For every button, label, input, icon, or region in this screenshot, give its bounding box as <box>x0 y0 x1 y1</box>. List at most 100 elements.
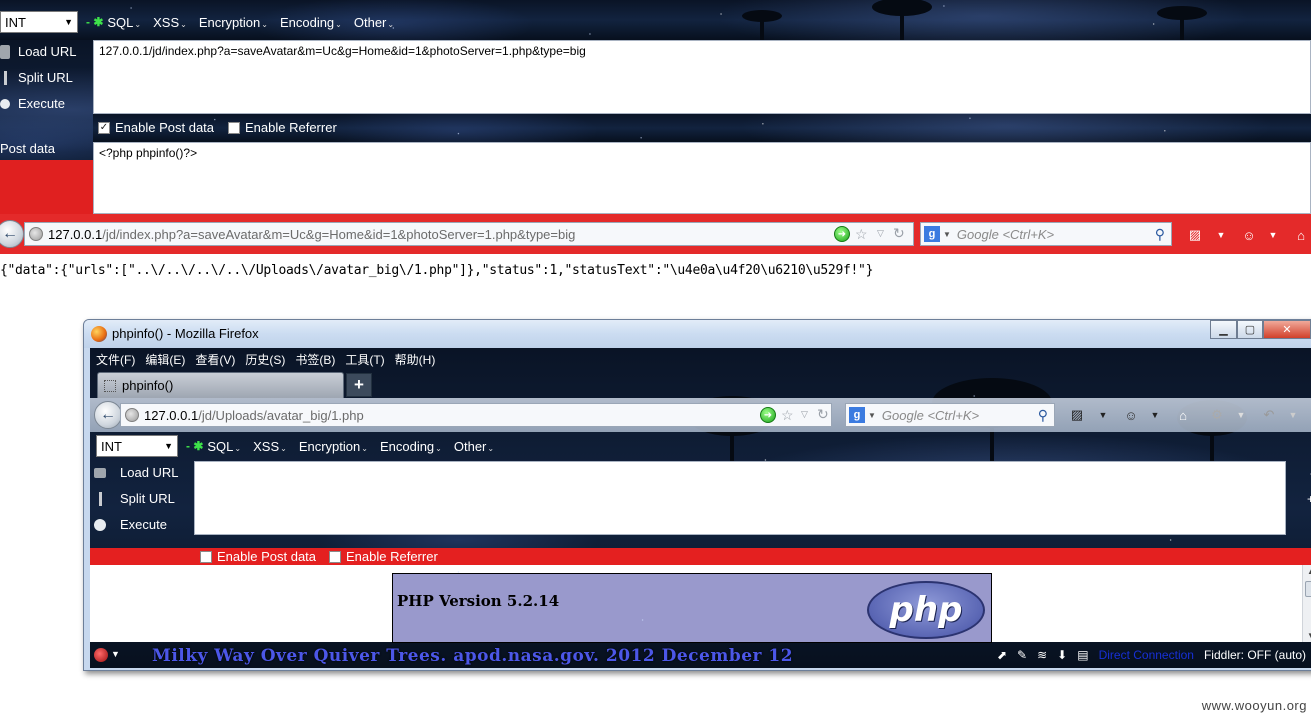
menu-encoding[interactable]: Encoding⌄ <box>380 439 442 454</box>
enable-post-checkbox[interactable]: Enable Post data <box>200 549 316 564</box>
popup-hackbar-url-textarea[interactable] <box>194 461 1286 535</box>
windows-icon[interactable]: ▤ <box>1077 648 1088 662</box>
navigation-bar: ← 127.0.0.1/jd/index.php?a=saveAvatar&m=… <box>0 214 1311 254</box>
menu-encoding[interactable]: Encoding⌄ <box>280 15 342 30</box>
star-icon[interactable]: ☆ <box>855 226 868 243</box>
pencil-icon[interactable]: ✎ <box>1017 648 1027 662</box>
search-icon[interactable]: ⚲ <box>1155 226 1165 243</box>
menu-file[interactable]: 文件(F) <box>96 351 135 368</box>
open-external-icon[interactable]: ⬈ <box>997 648 1007 662</box>
url-host: 127.0.0.1 <box>144 407 199 423</box>
history-dropdown-icon[interactable]: ▽ <box>801 409 808 420</box>
menu-history[interactable]: 历史(S) <box>245 351 285 368</box>
url-bar[interactable]: 127.0.0.1/jd/index.php?a=saveAvatar&m=Uc… <box>24 222 914 246</box>
reload-icon[interactable]: ↻ <box>817 406 829 423</box>
vertical-scrollbar[interactable]: ▲ ▼ <box>1302 565 1311 642</box>
menu-sql[interactable]: SQL⌄ <box>107 15 141 30</box>
chevron-down-icon[interactable]: ▼ <box>1210 224 1232 246</box>
home-icon[interactable]: ⌂ <box>1172 404 1194 426</box>
direct-connection-link[interactable]: Direct Connection <box>1099 648 1194 662</box>
fiddler-status[interactable]: Fiddler: OFF (auto) <box>1204 648 1306 662</box>
load-url-button[interactable]: Load URL <box>94 465 179 480</box>
menu-encryption[interactable]: Encryption⌄ <box>299 439 368 454</box>
mustache-icon[interactable]: ≋ <box>1037 648 1047 662</box>
smiley-icon[interactable]: ☺ <box>1120 404 1142 426</box>
screenshot-icon[interactable]: ▨ <box>1066 404 1088 426</box>
menu-xss[interactable]: XSS⌄ <box>253 439 287 454</box>
go-arrow-icon[interactable]: ➜ <box>834 226 850 242</box>
url-host: 127.0.0.1 <box>48 226 103 242</box>
addon-icon[interactable] <box>94 648 108 662</box>
screenshot-icon[interactable]: ▨ <box>1184 224 1206 246</box>
background-caption: Milky Way Over Quiver Trees. apod.nasa.g… <box>152 646 794 666</box>
close-button[interactable]: ✕ <box>1263 320 1311 339</box>
checkmark-icon: ✓ <box>98 121 110 134</box>
tab-phpinfo[interactable]: phpinfo() <box>97 372 344 398</box>
menu-sql[interactable]: SQL⌄ <box>207 439 241 454</box>
int-select[interactable]: INT ▼ <box>96 435 178 457</box>
chevron-down-icon: ▼ <box>164 441 173 451</box>
maximize-button[interactable]: ▢ <box>1237 320 1263 339</box>
download-icon[interactable]: ⬇ <box>1057 648 1067 662</box>
load-url-icon <box>94 467 106 478</box>
menu-other[interactable]: Other⌄ <box>354 15 394 30</box>
search-input[interactable]: g ▼ Google <Ctrl+K> ⚲ <box>920 222 1172 246</box>
load-url-label: Load URL <box>120 465 179 480</box>
window-title: phpinfo() - Mozilla Firefox <box>112 326 259 341</box>
expand-icon[interactable]: + <box>1307 492 1311 506</box>
smiley-icon[interactable]: ☺ <box>1238 224 1260 246</box>
hackbar-url-textarea[interactable]: 127.0.0.1/jd/index.php?a=saveAvatar&m=Uc… <box>93 40 1311 114</box>
menu-xss[interactable]: XSS⌄ <box>153 15 187 30</box>
menu-edit[interactable]: 编辑(E) <box>145 351 185 368</box>
chevron-down-icon[interactable]: ▼ <box>1144 404 1166 426</box>
back-arrow-icon[interactable]: ← <box>94 401 122 429</box>
php-version: PHP Version 5.2.14 <box>397 592 560 610</box>
split-url-button[interactable]: Split URL <box>0 70 73 85</box>
plus-minus-icon[interactable]: - ✱ <box>186 439 203 453</box>
menu-help[interactable]: 帮助(H) <box>395 351 436 368</box>
execute-button[interactable]: Execute <box>94 517 167 532</box>
enable-post-checkbox[interactable]: ✓ Enable Post data <box>98 120 214 135</box>
execute-button[interactable]: Execute <box>0 96 65 111</box>
window-titlebar[interactable]: phpinfo() - Mozilla Firefox ▁ ▢ ✕ <box>84 320 1311 348</box>
home-icon[interactable]: ⌂ <box>1290 224 1311 246</box>
reload-icon[interactable]: ↻ <box>893 225 905 242</box>
new-tab-button[interactable]: + <box>346 373 372 397</box>
undo-icon[interactable]: ↶ <box>1258 404 1280 426</box>
tools-icon[interactable]: ⚙ <box>1206 404 1228 426</box>
chevron-down-icon[interactable]: ▼ <box>111 649 120 659</box>
menu-tools[interactable]: 工具(T) <box>345 351 384 368</box>
search-icon[interactable]: ⚲ <box>1038 407 1048 424</box>
plus-minus-icon[interactable]: - ✱ <box>86 15 103 29</box>
popup-url-bar[interactable]: 127.0.0.1/jd/Uploads/avatar_big/1.php <box>120 403 832 427</box>
hackbar-menu-row: INT ▼ - ✱ SQL⌄ XSS⌄ Encryption⌄ Encoding… <box>0 11 406 33</box>
enable-referrer-checkbox[interactable]: Enable Referrer <box>329 549 438 564</box>
chevron-down-icon[interactable]: ▼ <box>1230 404 1252 426</box>
scroll-up-icon[interactable]: ▲ <box>1307 567 1311 576</box>
execute-icon <box>94 518 106 532</box>
scroll-down-icon[interactable]: ▼ <box>1307 631 1311 640</box>
star-icon[interactable]: ☆ <box>781 407 794 424</box>
go-arrow-icon[interactable]: ➜ <box>760 407 776 423</box>
back-arrow-icon[interactable]: ← <box>0 220 24 248</box>
php-logo-icon[interactable]: php <box>867 581 985 639</box>
post-data-textarea[interactable]: <?php phpinfo()?> <box>93 142 1311 214</box>
minimize-button[interactable]: ▁ <box>1210 320 1237 339</box>
int-select[interactable]: INT ▼ <box>0 11 78 33</box>
popup-hackbar: INT ▼ - ✱ SQL⌄ XSS⌄ Encryption⌄ Encoding… <box>90 432 1311 547</box>
load-url-button[interactable]: Load URL <box>0 44 77 59</box>
menu-view[interactable]: 查看(V) <box>195 351 235 368</box>
scroll-thumb[interactable] <box>1305 581 1311 597</box>
popup-search-input[interactable]: g ▼ Google <Ctrl+K> ⚲ <box>845 403 1055 427</box>
menu-other[interactable]: Other⌄ <box>454 439 494 454</box>
menu-encryption[interactable]: Encryption⌄ <box>199 15 268 30</box>
history-dropdown-icon[interactable]: ▽ <box>877 228 884 239</box>
chevron-down-icon[interactable]: ▼ <box>1092 404 1114 426</box>
chevron-down-icon[interactable]: ▼ <box>1282 404 1304 426</box>
enable-referrer-checkbox[interactable]: Enable Referrer <box>228 120 337 135</box>
tab-label: phpinfo() <box>122 378 174 393</box>
chevron-down-icon[interactable]: ▼ <box>1262 224 1284 246</box>
split-url-button[interactable]: Split URL <box>94 491 175 506</box>
menu-bookmarks[interactable]: 书签(B) <box>295 351 335 368</box>
hackbar-red-panel <box>0 160 93 214</box>
